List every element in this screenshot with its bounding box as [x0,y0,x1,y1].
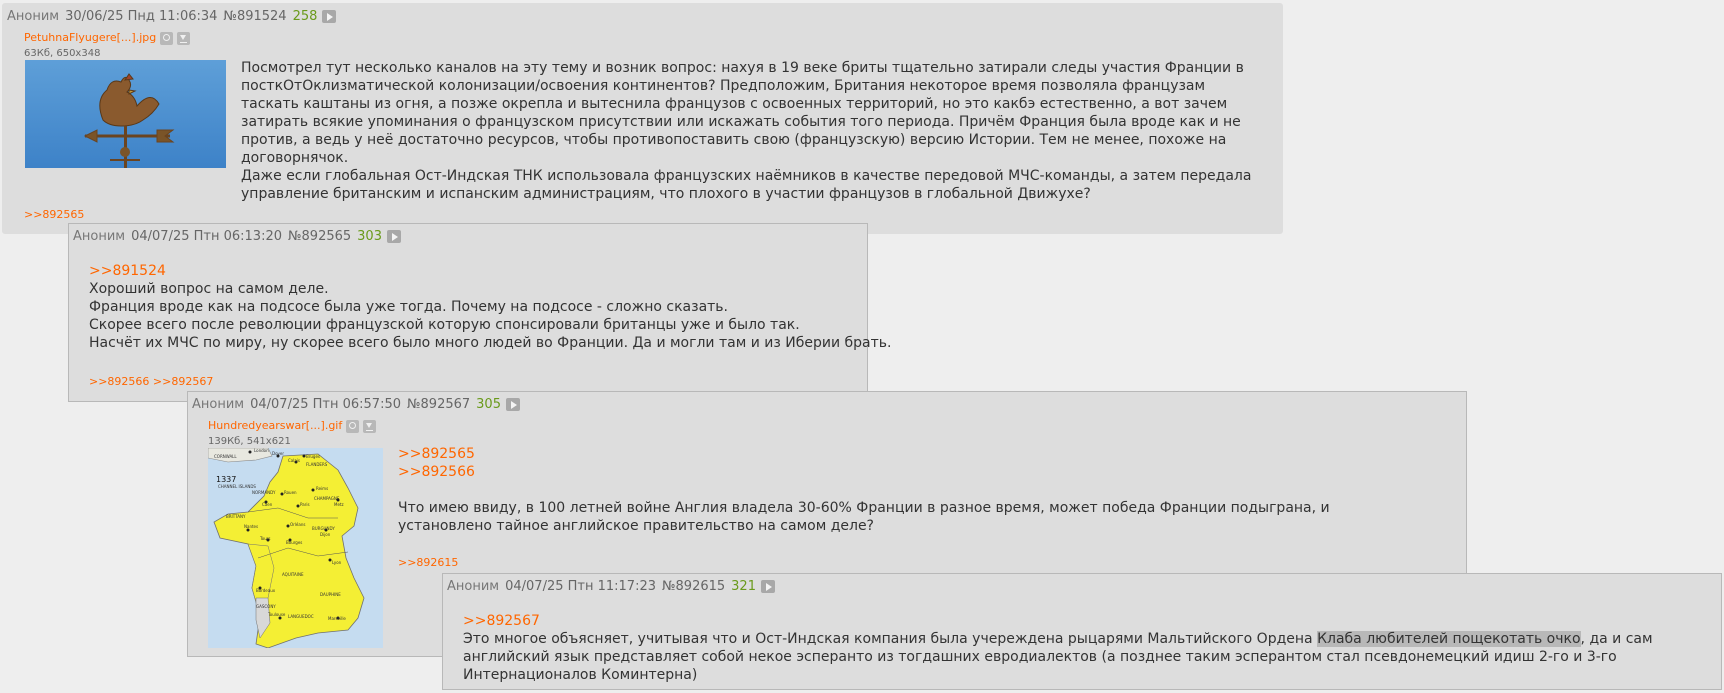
play-icon[interactable] [760,580,775,593]
post-count: 303 [357,229,382,244]
map-label: Metz [334,502,344,507]
post-number[interactable]: №892567 [407,397,470,412]
search-icon[interactable] [346,419,360,433]
post-number[interactable]: №892565 [288,229,351,244]
map-label: Lyon [332,560,342,565]
post-body: >>891524 Хороший вопрос на самом деле. Ф… [89,262,892,352]
map-label: Bordeaux [256,588,276,593]
post-paragraph: Посмотрел тут несколько каналов на эту т… [241,60,1244,166]
download-icon[interactable] [363,419,377,433]
file-name-link[interactable]: Hundredyearswar[...].gif [208,419,342,432]
file-meta: 63Кб, 650x348 [24,48,101,59]
post-paragraph: Что имею ввиду, в 100 летней войне Англи… [398,500,1330,534]
download-icon[interactable] [177,31,191,45]
file-info: PetuhnaFlyugere[...].jpg [24,31,191,45]
poster-name: Аноним [7,9,60,24]
hundred-years-war-map-image: CORNWALL London Dover Calais Bruges FLAN… [208,448,383,648]
map-label: Dover [272,451,284,456]
post-paragraph: Даже если глобальная Ост-Индская ТНК исп… [241,168,1252,202]
map-label: Caen [262,502,273,507]
play-icon[interactable] [386,230,401,243]
map-label: CHANNEL ISLANDS [218,484,256,489]
map-label: Rouen [284,490,297,495]
post-date: 04/07/25 Птн 06:57:50 [250,397,401,412]
post-line: Хороший вопрос на самом деле. [89,281,329,297]
map-label: FLANDERS [306,462,328,467]
map-label: Tours [259,536,270,541]
map-label: London [254,448,269,453]
map-image-thumbnail[interactable]: CORNWALL London Dover Calais Bruges FLAN… [208,448,383,648]
map-label: GASCONY [256,604,276,609]
search-icon[interactable] [160,31,174,45]
map-label: Orléans [290,522,305,527]
post-paragraph: Это многое объясняет, учитывая что и Ост… [463,630,1715,684]
post-body: Посмотрел тут несколько каналов на эту т… [241,59,1263,203]
reply-links: >>892565 [24,208,84,221]
post-header: Аноним 30/06/25 Пнд 11:06:34 №891524 258 [7,9,337,24]
post-body: >>892565 >>892566 Что имею ввиду, в 100 … [398,445,1398,535]
play-icon[interactable] [322,10,337,23]
map-label: AQUITAINE [282,572,304,577]
reply-link[interactable]: >>892565 [24,208,84,221]
map-year: 1337 [216,475,236,484]
reply-link[interactable]: >>892615 [398,556,458,569]
op-image-thumbnail[interactable] [25,60,226,168]
post-line: Насчёт их МЧС по миру, ну скорее всего б… [89,335,892,351]
file-meta: 139Кб, 541x621 [208,436,291,447]
map-label: CHAMPAGNE [314,496,340,501]
file-info: Hundredyearswar[...].gif [208,419,377,433]
map-label: Toulouse [267,612,286,617]
map-label: Paris [300,502,310,507]
poster-name: Аноним [192,397,245,412]
post-number[interactable]: №891524 [223,9,286,24]
map-label: Bourges [286,540,302,545]
quote-link[interactable]: >>892567 [463,612,1715,630]
post-op: Аноним 30/06/25 Пнд 11:06:34 №891524 258… [2,3,1283,234]
post-date: 30/06/25 Пнд 11:06:34 [65,9,218,24]
reply-links: >>892615 [398,556,458,569]
map-label: Marseille [328,616,346,621]
post-count: 321 [731,579,756,594]
map-label: Dijon [320,532,331,537]
map-label: Reims [316,486,328,491]
post-header: Аноним 04/07/25 Птн 06:13:20 №892565 303 [73,229,401,244]
post-count: 305 [476,397,501,412]
post-reply: Аноним 04/07/25 Птн 11:17:23 №892615 321… [442,573,1722,690]
post-header: Аноним 04/07/25 Птн 06:57:50 №892567 305 [192,397,520,412]
file-name-link[interactable]: PetuhnaFlyugere[...].jpg [24,31,156,44]
map-label: Nantes [244,524,258,529]
rooster-weathervane-image [25,60,226,168]
play-icon[interactable] [505,398,520,411]
reply-links: >>892566 >>892567 [89,375,213,388]
quote-link[interactable]: >>891524 [89,262,859,280]
poster-name: Аноним [73,229,126,244]
post-text: Это многое объясняет, учитывая что и Ост… [463,631,1318,647]
post-number[interactable]: №892615 [662,579,725,594]
map-label: LANGUEDOC [288,614,314,619]
post-date: 04/07/25 Птн 11:17:23 [505,579,656,594]
map-label: Calais [288,458,300,463]
highlighted-text: Клаба любителей пощекотать очко [1317,631,1581,647]
map-label: BURGUNDY [312,526,335,531]
poster-name: Аноним [447,579,500,594]
post-reply: Аноним 04/07/25 Птн 06:13:20 №892565 303… [68,223,892,402]
map-label: BRITTANY [226,514,246,519]
quote-link[interactable]: >>892565 [398,445,1398,463]
map-label: DAUPHINE [320,592,341,597]
post-date: 04/07/25 Птн 06:13:20 [131,229,282,244]
map-label: NORMANDY [252,490,276,495]
post-header: Аноним 04/07/25 Птн 11:17:23 №892615 321 [447,579,775,594]
quote-link[interactable]: >>892566 [398,463,1398,481]
map-label: Bruges [306,454,320,459]
post-line: Скорее всего после революции французской… [89,317,800,333]
reply-link[interactable]: >>892566 >>892567 [89,375,213,388]
post-count: 258 [292,9,318,24]
map-label: CORNWALL [214,454,237,459]
post-line: Франция вроде как на подсосе была уже то… [89,299,729,315]
post-body: >>892567 Это многое объясняет, учитывая … [463,612,1715,684]
